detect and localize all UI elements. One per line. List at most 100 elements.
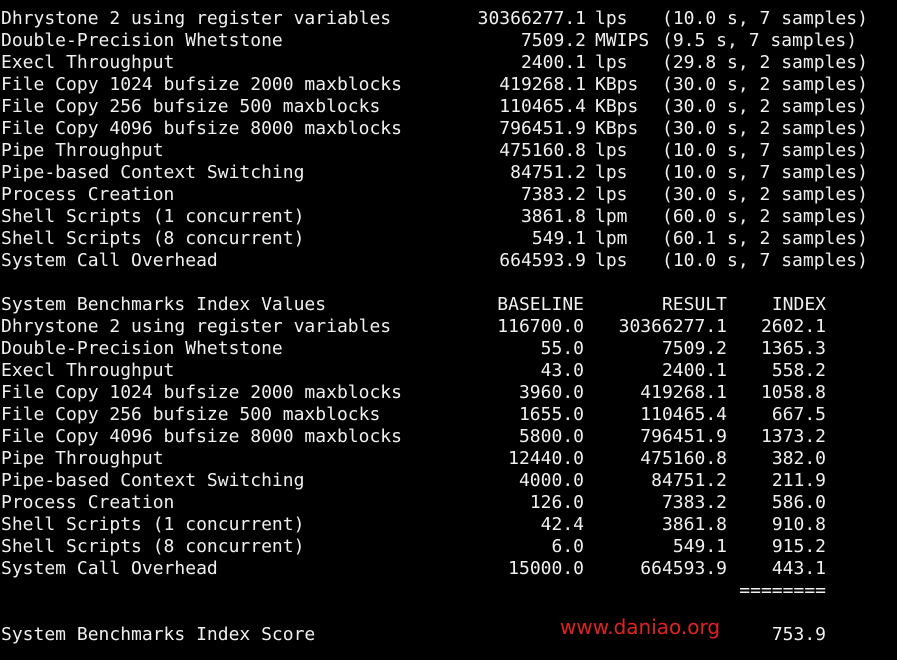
index-row-baseline: 126.0 bbox=[529, 492, 584, 513]
benchmark-value: 110465.4 bbox=[499, 96, 586, 117]
benchmark-unit: MWIPS bbox=[595, 30, 650, 51]
benchmark-detail: (60.1 s, 2 samples) bbox=[662, 228, 868, 249]
benchmark-detail: (30.0 s, 2 samples) bbox=[662, 118, 868, 139]
benchmark-name: File Copy 4096 bufsize 8000 maxblocks bbox=[1, 118, 402, 139]
benchmark-name: Execl Throughput bbox=[1, 52, 175, 73]
benchmark-value: 84751.2 bbox=[510, 162, 586, 183]
index-row-result: 7509.2 bbox=[661, 338, 727, 359]
benchmark-unit: KBps bbox=[595, 118, 639, 139]
index-table-row: Dhrystone 2 using register variables 1167… bbox=[0, 316, 897, 338]
result-column-header: RESULT bbox=[661, 294, 727, 315]
result-line: System Call Overhead 664593.9 lps (10.0 s, … bbox=[0, 250, 897, 272]
benchmark-unit: KBps bbox=[595, 96, 639, 117]
benchmark-detail: (29.8 s, 2 samples) bbox=[662, 52, 868, 73]
benchmark-unit: lps bbox=[595, 184, 628, 205]
baseline-column-header: BASELINE bbox=[497, 294, 584, 315]
benchmark-name: Shell Scripts (1 concurrent) bbox=[1, 206, 305, 227]
benchmark-detail: (10.0 s, 7 samples) bbox=[662, 140, 868, 161]
index-row-index: 915.2 bbox=[771, 536, 826, 557]
benchmark-name: Shell Scripts (8 concurrent) bbox=[1, 228, 305, 249]
index-row-index: 586.0 bbox=[771, 492, 826, 513]
index-table-row: Process Creation 126.0 7383.2 586.0 bbox=[0, 492, 897, 514]
benchmark-detail: (30.0 s, 2 samples) bbox=[662, 74, 868, 95]
index-column-header: INDEX bbox=[771, 294, 826, 315]
index-row-name: Execl Throughput bbox=[1, 360, 175, 381]
index-row-result: 549.1 bbox=[672, 536, 727, 557]
benchmark-value: 7509.2 bbox=[520, 30, 586, 51]
index-row-index: 443.1 bbox=[771, 558, 826, 579]
benchmark-name: Pipe-based Context Switching bbox=[1, 162, 305, 183]
benchmark-name: File Copy 1024 bufsize 2000 maxblocks bbox=[1, 74, 402, 95]
result-line: Process Creation 7383.2 lps (30.0 s, 2 samp… bbox=[0, 184, 897, 206]
index-separator-row: ======== bbox=[0, 580, 897, 602]
result-line: Shell Scripts (1 concurrent) 3861.8 lpm (60… bbox=[0, 206, 897, 228]
index-row-baseline: 6.0 bbox=[551, 536, 584, 557]
index-row-result: 664593.9 bbox=[640, 558, 727, 579]
result-line: Double-Precision Whetstone 7509.2 MWIPS (9.… bbox=[0, 30, 897, 52]
index-row-index: 382.0 bbox=[771, 448, 826, 469]
index-row-index: 558.2 bbox=[771, 360, 826, 381]
benchmark-unit: lps bbox=[595, 52, 628, 73]
index-row-baseline: 55.0 bbox=[540, 338, 584, 359]
index-table-row: Pipe Throughput 12440.0 475160.8 382.0 bbox=[0, 448, 897, 470]
benchmark-detail: (10.0 s, 7 samples) bbox=[662, 250, 868, 271]
benchmark-detail: (30.0 s, 2 samples) bbox=[662, 184, 868, 205]
result-line: Pipe-based Context Switching 84751.2 lps (1… bbox=[0, 162, 897, 184]
index-table-header: System Benchmarks Index Values BASELINE RE… bbox=[0, 294, 897, 316]
index-row-index: 211.9 bbox=[771, 470, 826, 491]
result-line: File Copy 4096 bufsize 8000 maxblocks 796… bbox=[0, 118, 897, 140]
index-row-baseline: 1655.0 bbox=[518, 404, 584, 425]
benchmark-name: File Copy 256 bufsize 500 maxblocks bbox=[1, 96, 381, 117]
index-row-baseline: 3960.0 bbox=[518, 382, 584, 403]
benchmark-name: System Call Overhead bbox=[1, 250, 218, 271]
index-row-baseline: 12440.0 bbox=[508, 448, 584, 469]
benchmark-unit: lps bbox=[595, 250, 628, 271]
benchmark-detail: (10.0 s, 7 samples) bbox=[662, 8, 868, 29]
index-table-row: Double-Precision Whetstone 55.0 7509.2 1365… bbox=[0, 338, 897, 360]
benchmark-detail: (10.0 s, 7 samples) bbox=[662, 162, 868, 183]
terminal-window[interactable]: www.daniao.org Dhrystone 2 using registe… bbox=[0, 0, 897, 660]
index-table-row: File Copy 1024 bufsize 2000 maxblocks 396… bbox=[0, 382, 897, 404]
benchmark-name: Process Creation bbox=[1, 184, 175, 205]
index-row-baseline: 15000.0 bbox=[508, 558, 584, 579]
benchmark-value: 3861.8 bbox=[520, 206, 586, 227]
benchmark-unit: lps bbox=[595, 8, 628, 29]
index-row-baseline: 4000.0 bbox=[518, 470, 584, 491]
benchmark-value: 549.1 bbox=[531, 228, 586, 249]
index-row-name: Shell Scripts (1 concurrent) bbox=[1, 514, 305, 535]
index-row-name: Process Creation bbox=[1, 492, 175, 513]
index-table-title: System Benchmarks Index Values bbox=[1, 294, 327, 315]
benchmark-name: Double-Precision Whetstone bbox=[1, 30, 283, 51]
index-row-baseline: 5800.0 bbox=[518, 426, 584, 447]
benchmark-detail: (60.0 s, 2 samples) bbox=[662, 206, 868, 227]
index-row-name: File Copy 1024 bufsize 2000 maxblocks bbox=[1, 382, 402, 403]
index-row-name: Double-Precision Whetstone bbox=[1, 338, 283, 359]
index-row-result: 2400.1 bbox=[661, 360, 727, 381]
index-row-name: File Copy 4096 bufsize 8000 maxblocks bbox=[1, 426, 402, 447]
index-row-result: 3861.8 bbox=[661, 514, 727, 535]
benchmark-detail: (30.0 s, 2 samples) bbox=[662, 96, 868, 117]
index-table-row: System Call Overhead 15000.0 664593.9 443.1 bbox=[0, 558, 897, 580]
index-row-index: 667.5 bbox=[771, 404, 826, 425]
benchmark-value: 30366277.1 bbox=[477, 8, 586, 29]
benchmark-unit: lps bbox=[595, 140, 628, 161]
index-table-row: Pipe-based Context Switching 4000.0 84751.… bbox=[0, 470, 897, 492]
index-row-index: 1058.8 bbox=[760, 382, 826, 403]
result-line: File Copy 1024 bufsize 2000 maxblocks 419… bbox=[0, 74, 897, 96]
index-row-index: 910.8 bbox=[771, 514, 826, 535]
index-row-name: Pipe-based Context Switching bbox=[1, 470, 305, 491]
index-row-baseline: 116700.0 bbox=[497, 316, 584, 337]
index-separator: ======== bbox=[739, 580, 826, 601]
benchmark-unit: KBps bbox=[595, 74, 639, 95]
index-row-result: 84751.2 bbox=[651, 470, 727, 491]
index-row-index: 1365.3 bbox=[760, 338, 826, 359]
index-table-row: Shell Scripts (1 concurrent) 42.4 3861.8 91… bbox=[0, 514, 897, 536]
benchmark-name: Dhrystone 2 using register variables bbox=[1, 8, 392, 29]
index-row-name: Dhrystone 2 using register variables bbox=[1, 316, 392, 337]
benchmark-value: 2400.1 bbox=[520, 52, 586, 73]
index-row-name: Pipe Throughput bbox=[1, 448, 164, 469]
index-row-result: 7383.2 bbox=[661, 492, 727, 513]
benchmark-name: Pipe Throughput bbox=[1, 140, 164, 161]
benchmark-unit: lps bbox=[595, 162, 628, 183]
index-table-row: File Copy 4096 bufsize 8000 maxblocks 580… bbox=[0, 426, 897, 448]
